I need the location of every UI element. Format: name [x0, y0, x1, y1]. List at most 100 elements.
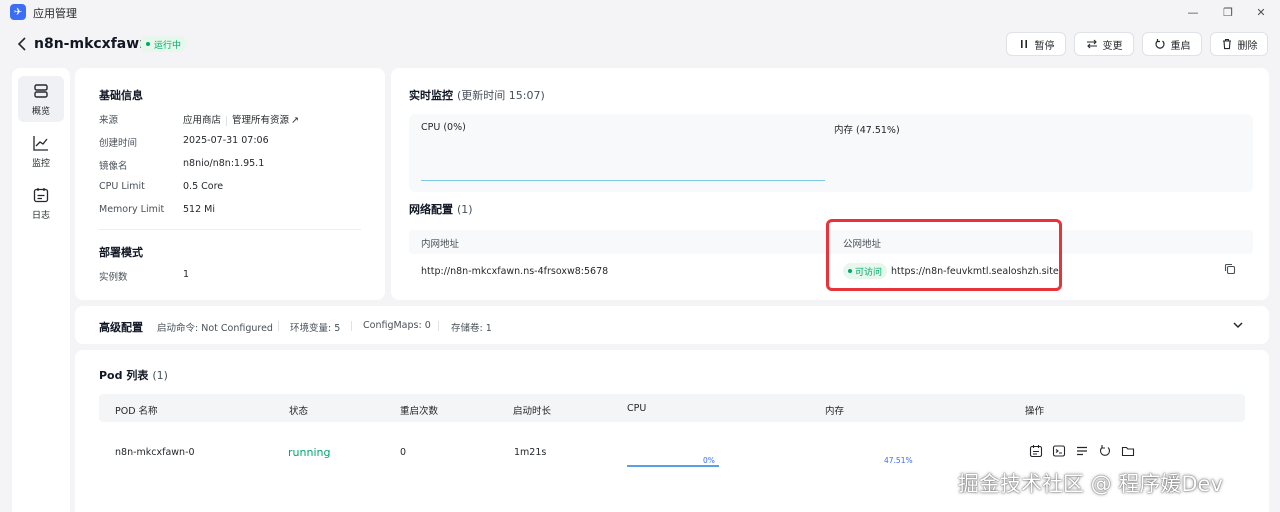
pause-label: 暂停: [1034, 40, 1055, 52]
cpu-percent: 0%: [703, 456, 715, 465]
divider: [99, 229, 361, 230]
nav-item-label: 概览: [31, 106, 50, 117]
monitor-updated: (更新时间 15:07): [457, 89, 545, 102]
title-bar: ✈ 应用管理 — ❐ ✕: [0, 0, 1280, 24]
basic-info-card: 基础信息 来源 应用商店 管理所有资源 ↗ 创建时间 2025-07-31 07:0…: [75, 68, 385, 300]
restart-button[interactable]: 重启: [1142, 32, 1202, 56]
window-title: 应用管理: [33, 7, 77, 20]
details-icon[interactable]: [1075, 444, 1089, 458]
advanced-item: ConfigMaps: 0: [363, 320, 431, 331]
minimize-icon[interactable]: —: [1184, 3, 1202, 21]
pod-table-header: POD 名称 状态 重启次数 启动时长 CPU 内存 操作: [99, 394, 1245, 422]
terminal-icon[interactable]: [1052, 444, 1066, 458]
copy-icon[interactable]: [1223, 262, 1237, 276]
col-uptime: 启动时长: [513, 406, 552, 417]
kv-value: n8nio/n8n:1.95.1: [183, 158, 265, 169]
advanced-config-bar[interactable]: 高级配置 启动命令: Not Configured 环境变量: 5 Config…: [75, 306, 1269, 344]
monitor-title: 实时监控 (更新时间 15:07): [409, 87, 545, 103]
col-actions: 操作: [1025, 406, 1045, 417]
col-restarts: 重启次数: [400, 406, 439, 417]
col-pod-name: POD 名称: [115, 406, 158, 417]
highlight-box: [826, 219, 1062, 291]
cpu-label: CPU (0%): [421, 122, 466, 133]
watermark: 掘金技术社区 @ 程序媛Dev: [958, 472, 1223, 496]
internal-url[interactable]: http://n8n-mkcxfawn.ns-4frsoxw8:5678: [421, 266, 608, 277]
col-status: 状态: [289, 406, 309, 417]
advanced-title: 高级配置: [99, 321, 143, 334]
memory-progress-fill: [827, 465, 871, 467]
kv-key: CPU Limit: [99, 181, 145, 192]
kv-key: 来源: [99, 115, 119, 126]
restart-icon: [1154, 39, 1165, 49]
network-title-text: 网络配置: [409, 203, 453, 216]
monitor-title-text: 实时监控: [409, 89, 453, 102]
memory-progress-bar: [827, 465, 919, 467]
monitor-chart-area: CPU (0%) 内存 (47.51%): [409, 114, 1253, 192]
divider: [226, 115, 228, 126]
advanced-item: 存储卷: 1: [451, 323, 492, 334]
status-badge: 运行中: [140, 36, 188, 52]
restore-icon[interactable]: ❐: [1219, 3, 1237, 21]
app-name: n8n-mkcxfawn: [34, 36, 150, 52]
status-label: 运行中: [154, 40, 182, 51]
pod-count: (1): [152, 369, 168, 382]
memory-label: 内存 (47.51%): [834, 125, 900, 136]
pause-button[interactable]: 暂停: [1006, 32, 1066, 56]
network-title: 网络配置 (1): [409, 201, 473, 217]
delete-label: 删除: [1237, 40, 1258, 52]
divider: [278, 321, 279, 331]
pod-uptime: 1m21s: [514, 447, 547, 458]
kv-key: 镜像名: [99, 161, 128, 172]
restart-icon[interactable]: [1098, 444, 1112, 458]
advanced-item: 启动命令: Not Configured: [157, 323, 273, 334]
kv-value: 512 Mi: [183, 204, 215, 215]
col-cpu: CPU: [627, 403, 647, 414]
kv-key: 实例数: [99, 272, 128, 283]
kv-value: 1: [183, 269, 190, 280]
pod-name: n8n-mkcxfawn-0: [115, 447, 195, 458]
pod-list-title: Pod 列表 (1): [99, 367, 168, 383]
divider: [351, 321, 352, 331]
calendar-icon[interactable]: [1029, 444, 1043, 458]
col-memory: 内存: [825, 406, 845, 417]
pause-icon: [1020, 40, 1027, 48]
swap-icon: [1086, 39, 1097, 49]
divider: [438, 321, 439, 331]
restart-label: 重启: [1170, 40, 1191, 52]
deploy-title: 部署模式: [99, 246, 143, 259]
external-link-icon[interactable]: ↗: [291, 115, 299, 126]
cpu-usage-line: [421, 180, 825, 181]
status-dot-icon: [146, 42, 150, 46]
nav-item-logs[interactable]: 日志: [18, 180, 64, 226]
folder-icon[interactable]: [1121, 444, 1135, 458]
change-button[interactable]: 变更: [1074, 32, 1134, 56]
source-text: 应用商店: [183, 115, 222, 126]
pod-restarts: 0: [400, 447, 407, 458]
delete-button[interactable]: 删除: [1210, 32, 1268, 56]
manage-resources-link[interactable]: 管理所有资源: [232, 115, 289, 126]
back-icon[interactable]: [14, 35, 30, 53]
nav-item-monitor[interactable]: 监控: [18, 128, 64, 174]
overview-icon: [34, 83, 48, 98]
source-value: 应用商店 管理所有资源 ↗: [183, 112, 299, 126]
side-nav: 概览 监控 日志: [12, 68, 70, 512]
calendar-icon: [33, 187, 49, 202]
kv-value: 2025-07-31 07:06: [183, 135, 269, 146]
kv-value: 0.5 Core: [183, 181, 224, 192]
close-icon[interactable]: ✕: [1252, 3, 1270, 21]
kv-key: 创建时间: [99, 138, 138, 149]
chevron-down-icon[interactable]: [1233, 321, 1243, 329]
advanced-item: 环境变量: 5: [290, 323, 341, 334]
chart-icon: [33, 135, 48, 151]
nav-item-label: 监控: [31, 158, 50, 169]
nav-item-overview[interactable]: 概览: [18, 76, 64, 122]
trash-icon: [1222, 39, 1231, 50]
basic-info-title: 基础信息: [99, 89, 143, 102]
kv-key: Memory Limit: [99, 204, 165, 215]
pod-list-title-text: Pod 列表: [99, 369, 149, 382]
app-logo-icon: ✈: [10, 4, 26, 20]
cpu-progress-bar: [627, 465, 719, 467]
col-internal-address: 内网地址: [421, 239, 460, 250]
nav-item-label: 日志: [31, 210, 50, 221]
memory-percent: 47.51%: [884, 456, 913, 465]
